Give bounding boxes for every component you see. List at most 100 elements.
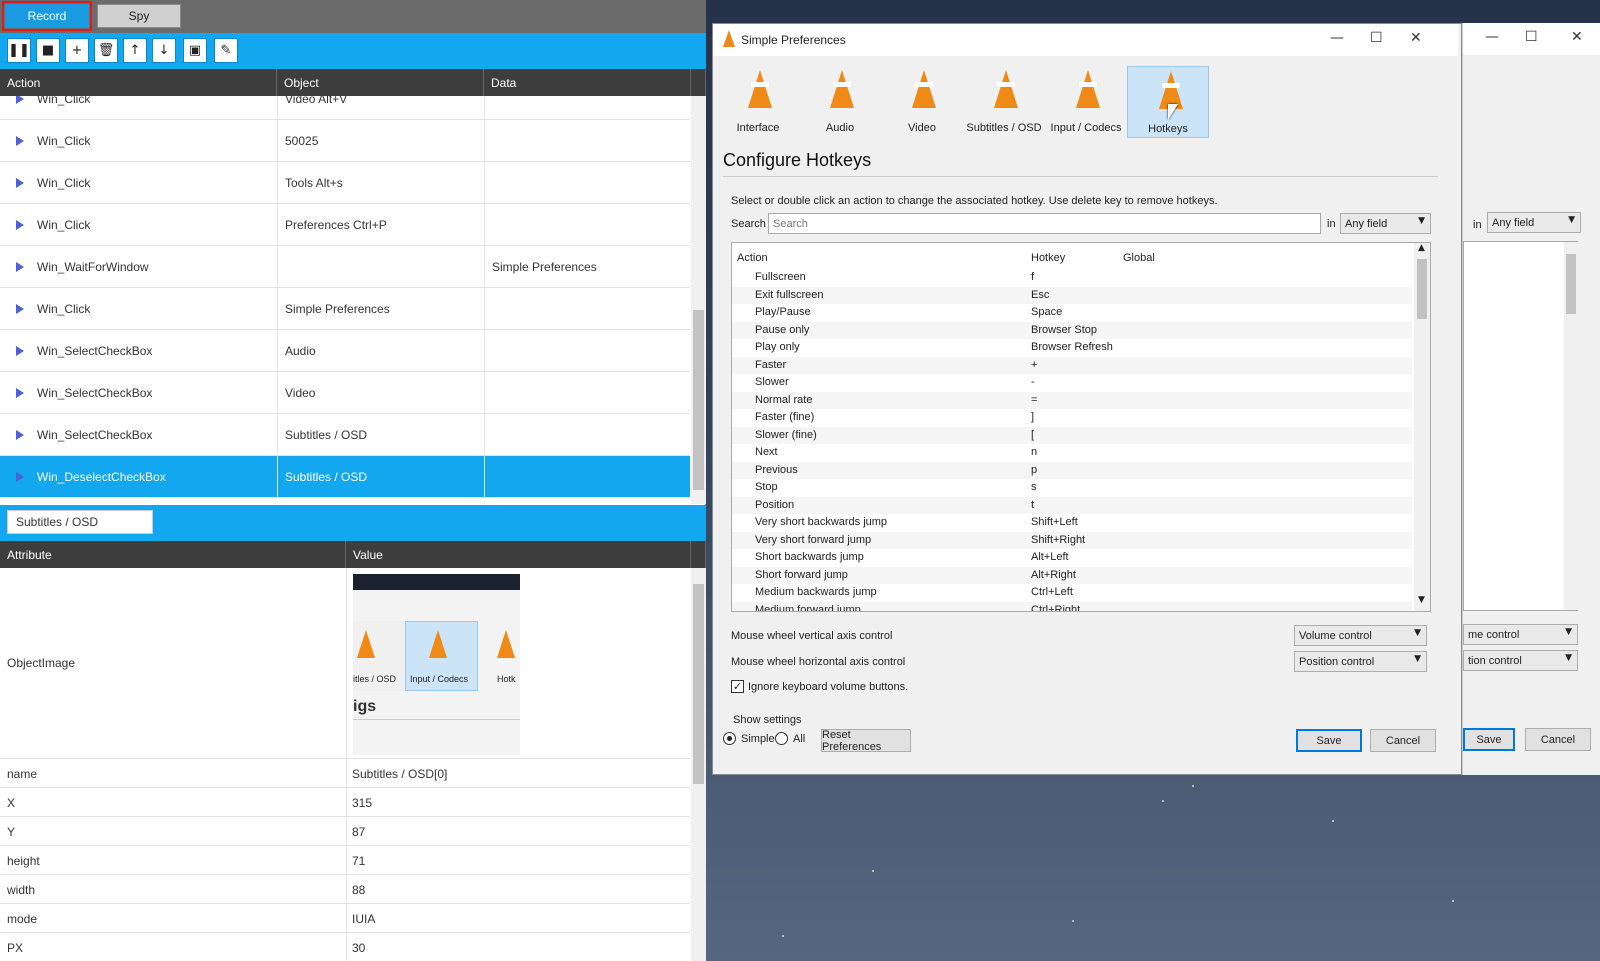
col-global-header[interactable]: Global — [1123, 252, 1155, 264]
hotkey-scrollbar[interactable]: ▲ ▼ — [1414, 243, 1430, 611]
action-row[interactable]: Win_SelectCheckBox Subtitles / OSD — [0, 414, 690, 456]
nav-hotkeys[interactable]: Hotkeys — [1127, 66, 1209, 138]
ghost-scrollbar[interactable] — [1564, 242, 1578, 610]
show-settings-label: Show settings — [733, 714, 802, 726]
record-tab[interactable]: Record — [2, 1, 92, 31]
ghost-field-select[interactable]: Any field ▼ — [1487, 212, 1581, 233]
row-action: Win_SelectCheckBox — [37, 428, 153, 442]
add-icon[interactable]: + — [65, 38, 89, 63]
action-row[interactable]: Win_WaitForWindow Simple Preferences — [0, 246, 690, 288]
nav-interface[interactable]: Interface — [717, 66, 799, 138]
hotkey-row[interactable]: Normal rate = — [732, 391, 1412, 409]
minimize-icon[interactable]: — — [1485, 29, 1499, 45]
action-row[interactable]: Win_Click Preferences Ctrl+P — [0, 204, 690, 246]
hotkey-row[interactable]: Exit fullscreen Esc — [732, 286, 1412, 304]
attribute-row[interactable]: name Subtitles / OSD[0] — [0, 759, 690, 788]
nav-subtitles-osd[interactable]: Subtitles / OSD — [963, 66, 1045, 138]
maximize-icon[interactable]: ☐ — [1370, 30, 1383, 46]
attribute-name: name — [7, 767, 38, 781]
action-row[interactable]: Win_Click 50025 — [0, 120, 690, 162]
simple-preferences-dialog: Simple Preferences — ☐ ✕ Interface Audio… — [712, 23, 1462, 775]
nav-audio[interactable]: Audio — [799, 66, 881, 138]
col-action-header[interactable]: Action — [0, 69, 277, 96]
hotkey-row[interactable]: Medium backwards jump Ctrl+Left — [732, 584, 1412, 601]
simple-radio[interactable] — [723, 732, 736, 745]
close-icon[interactable]: ✕ — [1410, 30, 1422, 46]
move-down-icon[interactable]: ↓ — [152, 38, 176, 63]
hotkey-row[interactable]: Short backwards jump Alt+Left — [732, 549, 1412, 566]
image-icon[interactable]: ▣ — [183, 38, 207, 63]
hotkey-row[interactable]: Medium forward jump Ctrl+Right — [732, 601, 1412, 611]
col-object-header[interactable]: Object — [277, 69, 484, 96]
hotkey-row[interactable]: Very short backwards jump Shift+Left — [732, 514, 1412, 531]
action-table-scrollbar[interactable] — [691, 96, 706, 504]
scroll-up-icon[interactable]: ▲ — [1418, 243, 1425, 253]
attribute-row[interactable]: X 315 — [0, 788, 690, 817]
attribute-table-scrollbar[interactable] — [691, 568, 706, 961]
mouse-horizontal-select[interactable]: Position control ▼ — [1294, 651, 1427, 672]
spy-tab[interactable]: Spy — [97, 4, 181, 28]
ghost-cancel-button[interactable]: Cancel — [1525, 728, 1591, 751]
hotkey-row[interactable]: Very short forward jump Shift+Right — [732, 531, 1412, 549]
scroll-down-icon[interactable]: ▼ — [1418, 595, 1425, 605]
action-row[interactable]: Win_SelectCheckBox Video — [0, 372, 690, 414]
move-up-icon[interactable]: ↑ — [123, 38, 147, 63]
hotkey-row[interactable]: Fullscreen f — [732, 269, 1412, 286]
hotkey-row[interactable]: Faster (fine)] — [732, 409, 1412, 426]
reset-preferences-button[interactable]: Reset Preferences — [821, 729, 911, 753]
ghost-horizontal-select[interactable]: tion control ▼ — [1463, 650, 1578, 671]
nav-video[interactable]: Video — [881, 66, 963, 138]
delete-icon[interactable]: 🗑 — [94, 38, 118, 63]
hotkey-row[interactable]: Play/Pause Space — [732, 304, 1412, 321]
hotkey-value: n — [1031, 446, 1038, 458]
col-data-header[interactable]: Data — [484, 69, 691, 96]
action-row[interactable]: Win_Click Video Alt+V — [0, 96, 690, 120]
scrollbar-thumb[interactable] — [693, 310, 704, 490]
search-input[interactable] — [768, 213, 1321, 234]
nav-hotkeys-label: Hotkeys — [1148, 123, 1188, 135]
scrollbar-thumb[interactable] — [1417, 259, 1427, 319]
hotkey-row[interactable]: Stop s — [732, 479, 1412, 496]
hotkey-row[interactable]: Previous p — [732, 461, 1412, 479]
cancel-button[interactable]: Cancel — [1370, 729, 1436, 752]
selected-object-field[interactable]: Subtitles / OSD — [7, 510, 153, 534]
col-value-header[interactable]: Value — [346, 541, 691, 568]
close-icon[interactable]: ✕ — [1571, 29, 1583, 45]
hotkey-row[interactable]: Next n — [732, 444, 1412, 461]
pause-icon[interactable]: ❚❚ — [7, 38, 31, 63]
hotkey-row[interactable]: Pause only Browser Stop — [732, 321, 1412, 339]
mouse-vertical-select[interactable]: Volume control ▼ — [1294, 625, 1427, 646]
hotkey-row[interactable]: Slower - — [732, 374, 1412, 391]
action-row[interactable]: Win_Click Tools Alt+s — [0, 162, 690, 204]
hotkey-row[interactable]: Position t — [732, 496, 1412, 514]
hotkey-row[interactable]: Short forward jump Alt+Right — [732, 566, 1412, 584]
hotkey-row[interactable]: Play only Browser Refresh — [732, 339, 1412, 356]
col-action-header[interactable]: Action — [737, 252, 768, 264]
maximize-icon[interactable]: ☐ — [1525, 29, 1538, 45]
hotkey-action: Short forward jump — [755, 568, 848, 581]
action-row[interactable]: Win_DeselectCheckBox Subtitles / OSD — [0, 456, 690, 498]
picker-icon[interactable]: ✎ — [214, 38, 238, 63]
all-radio[interactable] — [775, 732, 788, 745]
ignore-keyboard-checkbox[interactable]: ✓ — [731, 680, 744, 693]
col-attribute-header[interactable]: Attribute — [0, 541, 346, 568]
action-row[interactable]: Win_Click Simple Preferences — [0, 288, 690, 330]
attribute-row[interactable]: height 71 — [0, 846, 690, 875]
attribute-row[interactable]: mode IUIA — [0, 904, 690, 933]
attribute-row[interactable]: Y 87 — [0, 817, 690, 846]
ghost-save-button[interactable]: Save — [1463, 728, 1515, 751]
action-row[interactable]: Win_SelectCheckBox Audio — [0, 330, 690, 372]
hotkey-row[interactable]: Faster + — [732, 356, 1412, 374]
nav-input-codecs[interactable]: Input / Codecs — [1045, 66, 1127, 138]
ghost-vertical-select[interactable]: me control ▼ — [1463, 624, 1578, 645]
save-button[interactable]: Save — [1296, 729, 1362, 752]
attribute-row[interactable]: PX 30 — [0, 933, 690, 961]
stop-icon[interactable]: ■ — [36, 38, 60, 63]
hotkey-value: - — [1031, 376, 1035, 388]
hotkey-row[interactable]: Slower (fine) [ — [732, 426, 1412, 444]
attribute-row[interactable]: width 88 — [0, 875, 690, 904]
col-hotkey-header[interactable]: Hotkey — [1031, 252, 1065, 264]
field-filter-select[interactable]: Any field ▼ — [1340, 213, 1431, 234]
scrollbar-thumb[interactable] — [693, 584, 704, 784]
minimize-icon[interactable]: — — [1330, 30, 1344, 46]
